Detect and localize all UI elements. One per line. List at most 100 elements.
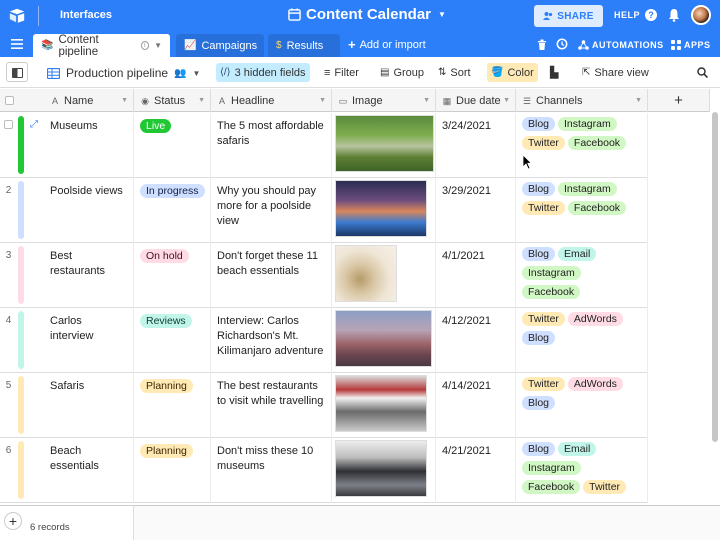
add-field-button[interactable]: + [648,89,710,112]
column-header-status[interactable]: ◉ Status ▼ [134,89,211,112]
image-thumbnail[interactable] [335,310,432,367]
tab-campaigns[interactable]: 📈 Campaigns [176,34,264,57]
chevron-down-icon[interactable]: ▼ [319,97,326,104]
row-checkbox[interactable] [4,120,13,129]
tab-results[interactable]: $ Results [268,34,340,57]
table-row[interactable]: 2 Poolside views In progress Why you should… [0,178,648,243]
add-or-import-button[interactable]: + Add or import [348,38,426,51]
select-all-checkbox[interactable] [5,96,14,105]
chevron-down-icon[interactable]: ▼ [503,97,510,104]
headline-cell[interactable]: Don't miss these 10 museums [211,438,332,503]
help-icon[interactable]: ? [645,9,657,21]
image-cell[interactable] [332,243,436,308]
share-view-button[interactable]: ⇱ Share view [578,63,653,82]
chevron-down-icon[interactable]: ▼ [635,97,642,104]
help-link[interactable]: HELP [614,10,640,20]
base-title[interactable]: Content Calendar ▼ [288,6,446,23]
row-height-button[interactable]: ▙ [546,63,562,82]
image-cell[interactable] [332,178,436,243]
headline-cell[interactable]: Why you should pay more for a poolside v… [211,178,332,243]
status-cell[interactable]: Planning [134,373,211,438]
color-button[interactable]: 🪣 Color [487,63,538,82]
filter-button[interactable]: ≡ Filter [320,63,363,82]
name-cell[interactable]: Beach essentials [44,438,134,503]
vertical-scrollbar[interactable] [712,112,718,442]
airtable-logo-icon[interactable] [8,7,26,25]
image-cell[interactable] [332,113,436,178]
channel-tag: Blog [522,247,556,261]
status-cell[interactable]: On hold [134,243,211,308]
avatar[interactable] [691,5,711,25]
history-icon[interactable] [556,38,568,50]
column-header-due-date[interactable]: ▦ Due date ▼ [436,89,516,112]
name-cell[interactable]: Museums [44,113,134,178]
due-date-cell[interactable]: 4/1/2021 [436,243,516,308]
name-cell[interactable]: Best restaurants [44,243,134,308]
column-header-image[interactable]: ▭ Image ▼ [332,89,436,112]
table-row[interactable]: 3 Best restaurants On hold Don't forget the… [0,243,648,308]
apps-button[interactable]: APPS [671,40,711,50]
expand-record-icon[interactable]: ⤢ [30,119,38,130]
channels-cell[interactable]: Twitter AdWords Blog [516,373,648,438]
interfaces-link[interactable]: Interfaces [60,9,112,21]
column-header-name[interactable]: A Name ▼ [44,89,134,112]
image-cell[interactable] [332,438,436,503]
chevron-down-icon[interactable]: ▼ [154,41,162,50]
status-cell[interactable]: In progress [134,178,211,243]
menu-icon[interactable] [11,39,23,49]
column-header-headline[interactable]: A Headline ▼ [211,89,332,112]
column-header-channels[interactable]: ☰ Channels ▼ [516,89,648,112]
search-icon[interactable] [697,67,708,78]
due-date-cell[interactable]: 3/29/2021 [436,178,516,243]
image-thumbnail[interactable] [335,180,427,237]
table-row[interactable]: 6 Beach essentials Planning Don't miss thes… [0,438,648,503]
table-row[interactable]: 5 Safaris Planning The best restaurants to … [0,373,648,438]
trash-icon[interactable] [537,39,547,50]
image-thumbnail[interactable] [335,440,427,497]
channels-cell[interactable]: Blog Email Instagram Facebook [516,243,648,308]
channels-cell[interactable]: Blog Email Instagram Facebook Twitter [516,438,648,503]
status-cell[interactable]: Live [134,113,211,178]
table-row[interactable]: ⤢ Museums Live The 5 most affordable safari… [0,113,648,178]
chevron-down-icon[interactable]: ▼ [121,97,128,104]
share-arrow-icon: ⇱ [582,67,591,78]
headline-cell[interactable]: Don't forget these 11 beach essentials [211,243,332,308]
headline-cell[interactable]: Interview: Carlos Richardson's Mt. Kilim… [211,308,332,373]
due-date-cell[interactable]: 4/21/2021 [436,438,516,503]
channels-cell[interactable]: Blog Instagram Twitter Facebook [516,178,648,243]
channels-cell[interactable]: Blog Instagram Twitter Facebook [516,113,648,178]
status-cell[interactable]: Planning [134,438,211,503]
name-cell[interactable]: Poolside views [44,178,134,243]
due-date-cell[interactable]: 3/24/2021 [436,113,516,178]
table-row[interactable]: 4 Carlos interview Reviews Interview: Carlo… [0,308,648,373]
image-thumbnail[interactable] [335,245,397,302]
automations-button[interactable]: AUTOMATIONS [578,40,664,50]
headline-cell[interactable]: The 5 most affordable safaris [211,113,332,178]
group-button[interactable]: ▤ Group [376,63,428,82]
image-cell[interactable] [332,308,436,373]
bell-icon[interactable] [668,8,680,22]
name-cell[interactable]: Carlos interview [44,308,134,373]
channels-cell[interactable]: Twitter AdWords Blog [516,308,648,373]
image-thumbnail[interactable] [335,375,427,432]
image-thumbnail[interactable] [335,115,434,172]
info-icon[interactable]: i [140,41,150,50]
due-date-cell[interactable]: 4/12/2021 [436,308,516,373]
due-date-cell[interactable]: 4/14/2021 [436,373,516,438]
sort-button[interactable]: ⇅ Sort [434,63,475,82]
headline-cell[interactable]: The best restaurants to visit while trav… [211,373,332,438]
group-label: Group [393,66,425,79]
hidden-fields-button[interactable]: ⟨/⟩ 3 hidden fields [216,63,310,82]
view-switcher[interactable]: Production pipeline 👥 ▼ [47,66,200,80]
share-button[interactable]: SHARE [534,5,603,27]
tab-content-pipeline[interactable]: 📚 Content pipeline i ▼ [33,34,170,58]
row-number [0,113,17,129]
select-all-cell[interactable] [0,89,28,112]
chevron-down-icon[interactable]: ▼ [198,97,205,104]
chevron-down-icon[interactable]: ▼ [423,97,430,104]
sidebar-toggle-button[interactable] [6,62,28,82]
add-record-button[interactable]: + [4,512,22,530]
image-cell[interactable] [332,373,436,438]
status-cell[interactable]: Reviews [134,308,211,373]
name-cell[interactable]: Safaris [44,373,134,438]
